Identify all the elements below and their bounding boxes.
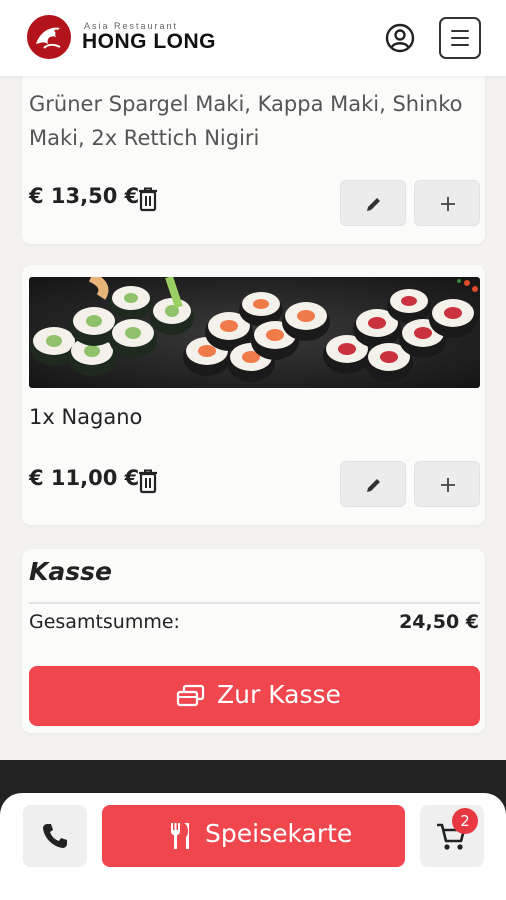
plus-icon [441,197,455,211]
menu-button[interactable]: Speisekarte [102,805,405,867]
plus-icon [441,478,455,492]
cart-item-card: 1x Nagano € 11,00 € [22,265,485,525]
pencil-icon [367,198,380,211]
dish-image [29,277,480,388]
cart-count-badge: 2 [452,808,478,834]
cart-item-description: Grüner Spargel Maki, Kappa Maki, Shinko … [29,92,463,150]
app-header: Asia Restaurant HONG LONG [0,0,506,76]
fork-knife-icon [171,823,189,849]
edit-button[interactable] [340,180,406,226]
phone-icon [43,824,67,848]
account-icon[interactable] [384,22,416,54]
add-button[interactable] [414,461,480,507]
checkout-button[interactable]: Zur Kasse [29,666,480,726]
trash-icon[interactable] [136,468,160,494]
add-button[interactable] [414,180,480,226]
total-value: 24,50 € [399,611,479,633]
edit-button[interactable] [340,461,406,507]
call-button[interactable] [23,805,87,867]
restaurant-logo[interactable]: Asia Restaurant HONG LONG [26,13,226,61]
cart-item-price: € 13,50 € [29,184,140,208]
cart-item-card: Grüner Spargel Maki, Kappa Maki, Shinko … [22,60,485,244]
trash-icon[interactable] [136,186,160,212]
checkout-summary-card: Kasse Gesamtsumme: 24,50 € Zur Kasse [22,549,485,733]
dragon-logo-icon [27,15,71,59]
checkout-title: Kasse [29,557,112,586]
checkout-label: Zur Kasse [217,680,341,709]
cart-item-price: € 11,00 € [29,466,140,490]
total-label: Gesamtsumme: [29,611,180,633]
menu-label: Speisekarte [205,819,353,848]
bottom-action-bar: Speisekarte [0,793,506,900]
menu-button[interactable] [439,17,481,59]
cart-item-name: 1x Nagano [29,405,143,429]
pencil-icon [367,479,380,492]
checkout-icon [176,684,205,707]
divider [29,602,480,604]
logo-name: HONG LONG [82,30,216,53]
